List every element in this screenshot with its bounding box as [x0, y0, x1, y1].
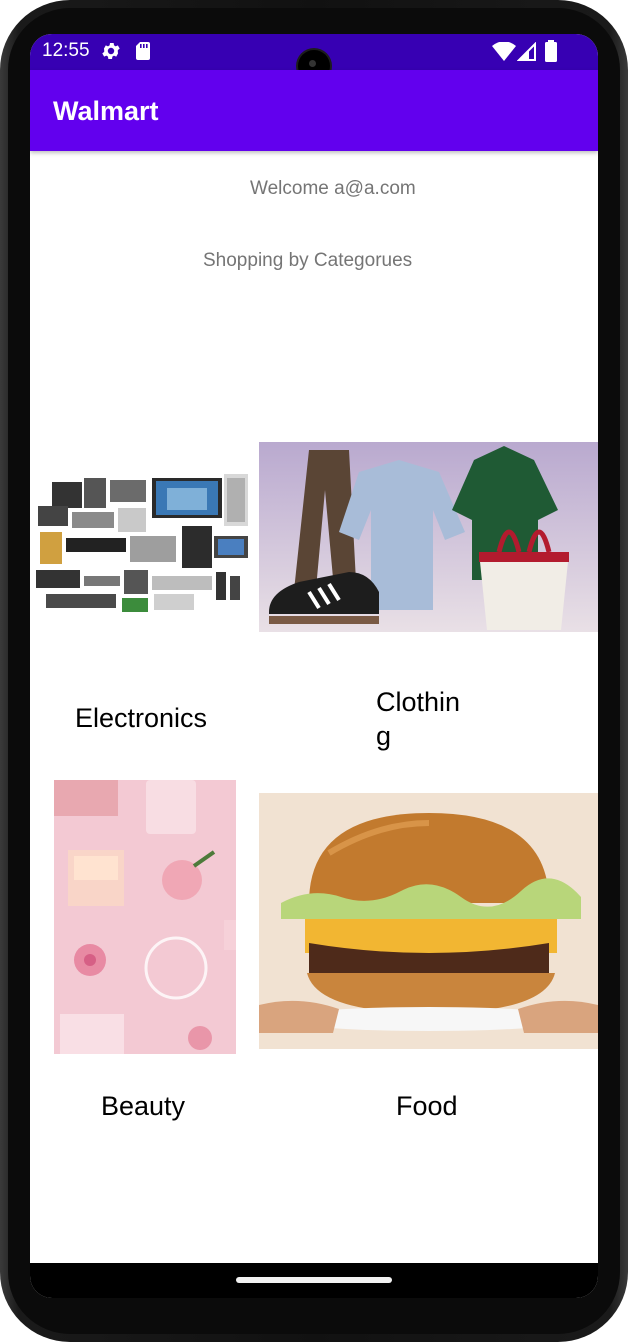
welcome-text: Welcome a@a.com	[250, 178, 416, 199]
home-gesture-handle[interactable]	[236, 1277, 392, 1283]
gear-icon	[102, 43, 120, 59]
battery-icon	[545, 40, 557, 62]
food-image[interactable]	[259, 793, 598, 1049]
app-title: Walmart	[53, 96, 159, 126]
cell-signal-icon	[517, 42, 536, 61]
food-label[interactable]: Food	[396, 1089, 458, 1123]
clothing-image[interactable]	[259, 442, 598, 632]
wifi-icon	[492, 42, 516, 61]
app-bar: Walmart	[30, 70, 598, 151]
status-time: 12:55	[42, 40, 90, 61]
navigation-bar	[30, 1263, 598, 1298]
sd-card-icon	[136, 42, 150, 60]
electronics-image[interactable]	[32, 466, 258, 626]
categories-subtitle: Shopping by Categorues	[203, 250, 413, 271]
beauty-image[interactable]	[54, 780, 236, 1054]
clothing-label[interactable]: Clothin g	[376, 685, 460, 753]
screen: 12:55 Walmart Welcome a@a.com Shopping b…	[30, 34, 598, 1298]
beauty-label[interactable]: Beauty	[101, 1089, 185, 1123]
electronics-label[interactable]: Electronics	[75, 701, 207, 735]
